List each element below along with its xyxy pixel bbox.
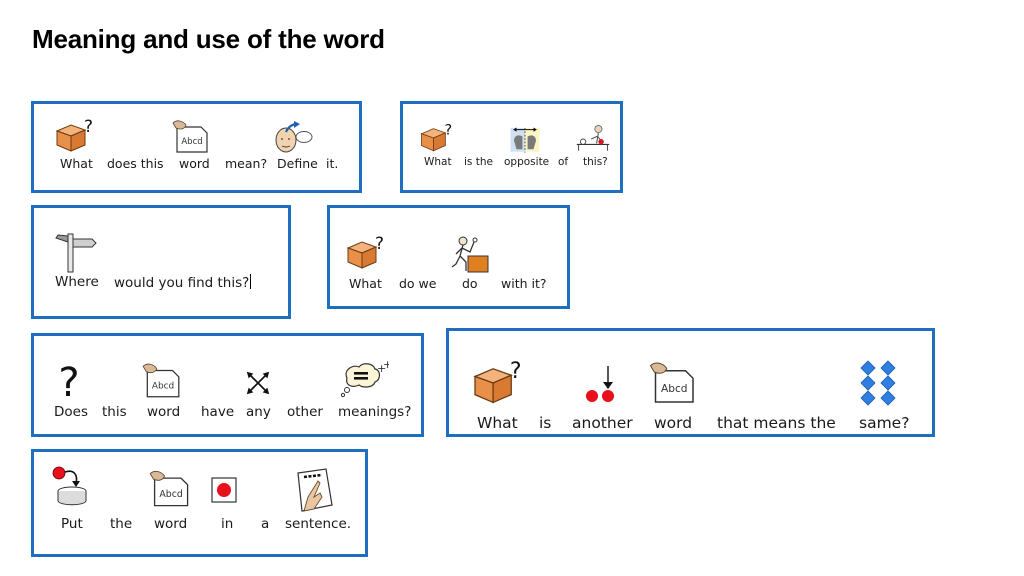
card-sentence: Put the word in a sentence. [31,449,368,557]
card-word: same? [859,414,910,432]
card-word: with it? [501,276,547,291]
card-word: word [654,414,693,432]
thought-bubble-equals-icon [339,360,389,400]
card-synonym: What is another word that means the same… [446,328,935,437]
card-word: do we [399,276,437,291]
card-word: this [102,404,127,420]
card-word: is [539,414,552,432]
card-opposite: What is the opposite of this? [400,101,623,193]
card-word: the [110,516,133,532]
card-what-do: What do we do with it? [327,205,570,309]
box-question-icon [471,361,523,405]
card-word: does this [107,156,164,171]
card-word: meanings? [338,404,412,420]
same-diamonds-icon [858,360,898,408]
box-question-icon [345,236,385,270]
question-mark-icon [54,360,84,400]
card-define-word: What does this word mean? Define it. [31,101,362,193]
card-word: a [261,516,270,532]
card-word: of [558,156,569,168]
person-pointing-table-icon [575,123,611,155]
card-word: Does [54,404,88,420]
card-word: is the [464,156,493,168]
card-word: any [246,404,271,420]
card-word: Put [61,516,83,532]
think-face-icon [272,120,316,154]
page-title: Meaning and use of the word [32,24,385,54]
opposite-heads-icon [508,124,542,154]
card-word: Define [277,156,318,171]
card-word: word [147,404,181,420]
box-question-icon [419,123,453,153]
box-question-icon [54,119,94,153]
card-word: do [462,276,478,291]
card-word: would you find this? [114,274,252,291]
word-card-icon [141,361,183,399]
card-word: What [424,156,452,168]
sentence-page-icon [292,467,336,515]
card-word: have [201,404,235,420]
card-word: opposite [504,156,550,168]
in-box-icon [209,475,239,505]
word-card-icon [171,118,211,154]
card-word-text: would you find this? [114,275,250,291]
word-card-icon [648,359,698,405]
signpost-icon [54,230,98,274]
card-word: mean? [225,156,268,171]
word-card-icon [148,468,192,508]
card-word: word [179,156,210,171]
card-word: What [477,414,518,432]
card-word: Where [55,274,99,290]
arrows-outward-icon [244,369,272,397]
card-word: word [154,516,188,532]
card-where: Where would you find this? [31,205,291,319]
card-word: in [221,516,234,532]
card-word: that means the [717,414,836,432]
card-word: other [287,404,323,420]
card-other-meanings: Does this word have any other meanings? [31,333,424,437]
text-cursor [250,274,252,289]
card-word: another [572,414,633,432]
card-word: this? [583,156,608,168]
card-word: it. [326,156,339,171]
card-word: What [60,156,93,171]
put-in-icon [50,465,90,507]
card-word: sentence. [285,516,352,532]
card-word: What [349,276,382,291]
person-doing-box-icon [450,234,490,274]
another-dots-icon [581,361,621,407]
